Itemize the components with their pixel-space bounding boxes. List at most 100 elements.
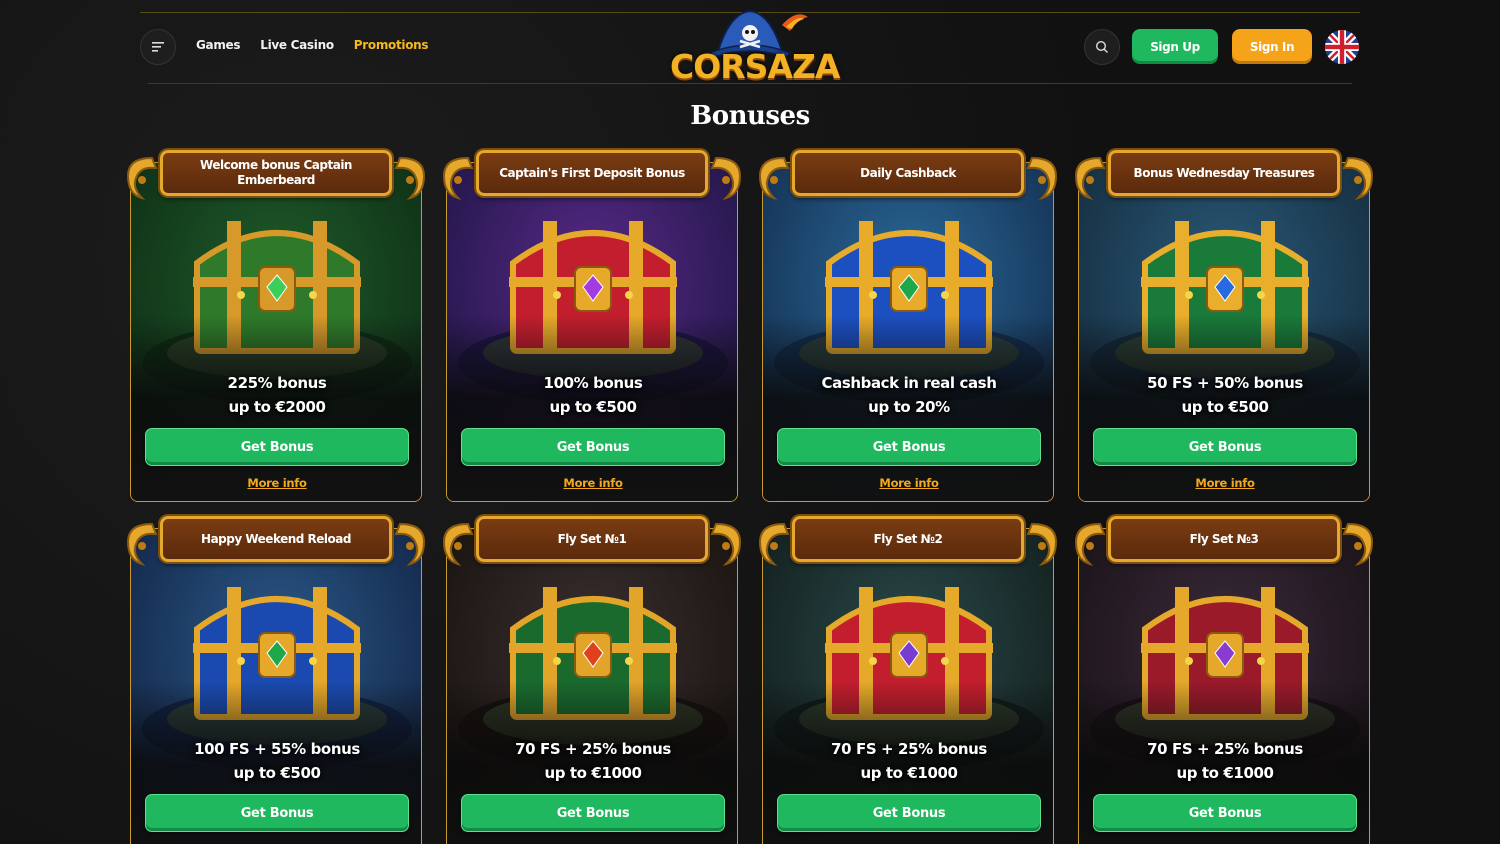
more-info-link[interactable]: More info [763, 476, 1053, 490]
card-title-plate: Fly Set №3 [1108, 516, 1340, 562]
card-title: Fly Set №2 [873, 531, 943, 546]
bonus-offer: 100 FS + 55% bonus up to €500 [131, 737, 421, 785]
get-bonus-button[interactable]: Get Bonus [777, 428, 1041, 466]
bonus-offer: 70 FS + 25% bonus up to €1000 [447, 737, 737, 785]
scroll-ornament-icon [1338, 520, 1378, 570]
scroll-ornament-icon [706, 520, 746, 570]
bonus-card-body: 225% bonus up to €2000 Get Bonus More info [130, 162, 422, 502]
card-title-ribbon: Welcome bonus Captain Emberbeard [122, 150, 430, 201]
bonus-card: 70 FS + 25% bonus up to €1000 Get Bonus Fl… [1070, 516, 1374, 844]
bonus-card-body: 100 FS + 55% bonus up to €500 Get Bonus [130, 528, 422, 844]
more-info-link[interactable]: More info [447, 476, 737, 490]
sign-up-button[interactable]: Sign Up [1132, 29, 1218, 64]
bonus-card: 100% bonus up to €500 Get Bonus More info C… [438, 150, 742, 502]
language-selector[interactable] [1325, 30, 1359, 64]
more-info-link[interactable]: More info [131, 476, 421, 490]
scroll-ornament-icon [1022, 520, 1062, 570]
get-bonus-button[interactable]: Get Bonus [777, 794, 1041, 832]
bonus-offer-line2: up to €500 [549, 398, 637, 416]
bonus-card: 70 FS + 25% bonus up to €1000 Get Bonus Fl… [438, 516, 742, 844]
bonus-offer-line2: up to €500 [233, 764, 321, 782]
get-bonus-button[interactable]: Get Bonus [1093, 428, 1357, 466]
bonus-grid: 225% bonus up to €2000 Get Bonus More info … [122, 150, 1382, 844]
uk-flag-icon [1325, 30, 1359, 64]
scroll-ornament-icon [1022, 154, 1062, 204]
card-title-ribbon: Fly Set №2 [754, 516, 1062, 567]
menu-button[interactable] [140, 29, 176, 65]
search-button[interactable] [1084, 29, 1120, 65]
bonus-card: 225% bonus up to €2000 Get Bonus More info … [122, 150, 426, 502]
nav-games[interactable]: Games [196, 38, 241, 52]
more-info-link[interactable]: More info [1079, 476, 1369, 490]
bonus-offer-line2: up to 20% [868, 398, 950, 416]
bonus-offer: 225% bonus up to €2000 [131, 371, 421, 419]
nav-promotions[interactable]: Promotions [354, 38, 429, 52]
bonus-card-body: 70 FS + 25% bonus up to €1000 Get Bonus [762, 528, 1054, 844]
scroll-ornament-icon [1338, 154, 1378, 204]
card-title-plate: Fly Set №2 [792, 516, 1024, 562]
bonus-offer-line1: 100% bonus [543, 374, 643, 392]
scroll-ornament-icon [754, 154, 794, 204]
bonus-offer-line1: 70 FS + 25% bonus [515, 740, 671, 758]
bonus-offer-line1: 70 FS + 25% bonus [1147, 740, 1303, 758]
card-title-ribbon: Fly Set №1 [438, 516, 746, 567]
card-title-plate: Fly Set №1 [476, 516, 708, 562]
scroll-ornament-icon [706, 154, 746, 204]
card-title-ribbon: Happy Weekend Reload [122, 516, 430, 567]
bonus-card-body: Cashback in real cash up to 20% Get Bonus M… [762, 162, 1054, 502]
card-title-plate: Captain's First Deposit Bonus [476, 150, 708, 196]
scroll-ornament-icon [122, 520, 162, 570]
card-title: Bonus Wednesday Treasures [1133, 165, 1315, 180]
get-bonus-button[interactable]: Get Bonus [461, 794, 725, 832]
bonus-offer: 70 FS + 25% bonus up to €1000 [763, 737, 1053, 785]
get-bonus-button[interactable]: Get Bonus [145, 794, 409, 832]
card-title: Daily Cashback [860, 165, 956, 180]
bonus-offer: 100% bonus up to €500 [447, 371, 737, 419]
logo-text: CORSAZA [670, 47, 840, 86]
scroll-ornament-icon [438, 154, 478, 204]
bonus-offer-line1: 100 FS + 55% bonus [194, 740, 360, 758]
bonus-card: 70 FS + 25% bonus up to €1000 Get Bonus Fl… [754, 516, 1058, 844]
bonus-card: 50 FS + 50% bonus up to €500 Get Bonus More… [1070, 150, 1374, 502]
scroll-ornament-icon [1070, 520, 1110, 570]
scroll-ornament-icon [438, 520, 478, 570]
scroll-ornament-icon [390, 154, 430, 204]
bonus-card-body: 70 FS + 25% bonus up to €1000 Get Bonus [1078, 528, 1370, 844]
bonus-offer-line1: Cashback in real cash [821, 374, 997, 392]
nav-live-casino[interactable]: Live Casino [260, 38, 334, 52]
bonus-card-body: 100% bonus up to €500 Get Bonus More info [446, 162, 738, 502]
card-title-plate: Daily Cashback [792, 150, 1024, 196]
card-title: Captain's First Deposit Bonus [499, 165, 685, 180]
bonus-card: 100 FS + 55% bonus up to €500 Get Bonus Ha… [122, 516, 426, 844]
scroll-ornament-icon [1070, 154, 1110, 204]
scroll-ornament-icon [122, 154, 162, 204]
main-nav: Games Live Casino Promotions [196, 38, 429, 52]
card-title-plate: Welcome bonus Captain Emberbeard [160, 150, 392, 196]
logo[interactable]: CORSAZA [670, 7, 840, 87]
bonus-offer-line2: up to €500 [1181, 398, 1269, 416]
scroll-ornament-icon [754, 520, 794, 570]
bonus-offer-line2: up to €1000 [544, 764, 642, 782]
bonus-offer: Cashback in real cash up to 20% [763, 371, 1053, 419]
bonus-offer-line2: up to €1000 [1176, 764, 1274, 782]
get-bonus-button[interactable]: Get Bonus [1093, 794, 1357, 832]
card-title-ribbon: Captain's First Deposit Bonus [438, 150, 746, 201]
site-header: Games Live Casino Promotions CORSAZA Sig… [140, 9, 1360, 86]
scroll-ornament-icon [390, 520, 430, 570]
sign-in-button[interactable]: Sign In [1232, 29, 1312, 64]
card-title-plate: Happy Weekend Reload [160, 516, 392, 562]
card-title-plate: Bonus Wednesday Treasures [1108, 150, 1340, 196]
card-title: Happy Weekend Reload [201, 531, 351, 546]
bonus-offer: 50 FS + 50% bonus up to €500 [1079, 371, 1369, 419]
search-icon [1095, 40, 1108, 53]
bonus-card-body: 50 FS + 50% bonus up to €500 Get Bonus More… [1078, 162, 1370, 502]
card-title-ribbon: Daily Cashback [754, 150, 1062, 201]
bonus-offer: 70 FS + 25% bonus up to €1000 [1079, 737, 1369, 785]
get-bonus-button[interactable]: Get Bonus [461, 428, 725, 466]
bonus-card-body: 70 FS + 25% bonus up to €1000 Get Bonus [446, 528, 738, 844]
bonus-offer-line1: 70 FS + 25% bonus [831, 740, 987, 758]
bonus-offer-line1: 50 FS + 50% bonus [1147, 374, 1303, 392]
menu-icon [152, 42, 164, 52]
bonus-card: Cashback in real cash up to 20% Get Bonus M… [754, 150, 1058, 502]
get-bonus-button[interactable]: Get Bonus [145, 428, 409, 466]
